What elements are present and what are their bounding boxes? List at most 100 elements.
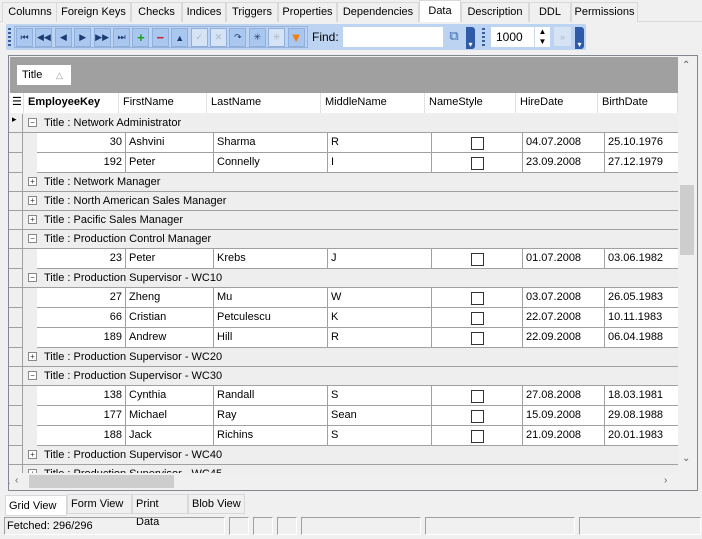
column-customize-icon[interactable]: ☰ — [10, 93, 24, 113]
row-indicator[interactable] — [9, 406, 23, 426]
last-record-button[interactable]: ⏭ — [113, 28, 130, 47]
cell-lastname[interactable]: Ray — [214, 406, 328, 426]
expand-icon[interactable]: + — [28, 196, 37, 205]
tab-columns[interactable]: Columns — [2, 2, 58, 22]
cell-lastname[interactable]: Hill — [214, 328, 328, 348]
cell-namestyle[interactable] — [432, 406, 523, 426]
namestyle-checkbox[interactable] — [471, 137, 484, 150]
row-indicator[interactable] — [9, 446, 23, 465]
cell-employeekey[interactable]: 188 — [37, 426, 126, 446]
toolbar-grip[interactable] — [482, 28, 485, 46]
record-limit-spinner[interactable]: ▲ ▼ — [534, 27, 550, 47]
cell-namestyle[interactable] — [432, 328, 523, 348]
tab-triggers[interactable]: Triggers — [226, 2, 278, 22]
cell-middlename[interactable]: R — [328, 328, 432, 348]
prior-record-button[interactable]: ◀ — [54, 28, 72, 47]
view-tab-print-data[interactable]: Print Data — [132, 494, 188, 528]
first-record-button[interactable]: ⏮ — [16, 28, 33, 47]
tab-properties[interactable]: Properties — [278, 2, 337, 22]
cell-employeekey[interactable]: 192 — [37, 153, 126, 173]
cell-lastname[interactable]: Richins — [214, 426, 328, 446]
cell-employeekey[interactable]: 23 — [37, 249, 126, 269]
tab-ddl[interactable]: DDL — [529, 2, 571, 22]
prior-page-button[interactable]: ◀◀ — [35, 28, 53, 47]
group-by-column-title[interactable]: Title △ — [17, 65, 71, 85]
cell-birthdate[interactable]: 06.04.1988 — [605, 328, 685, 348]
cell-birthdate[interactable]: 26.05.1983 — [605, 288, 685, 308]
cell-lastname[interactable]: Petculescu — [214, 308, 328, 328]
cell-namestyle[interactable] — [432, 153, 523, 173]
column-header-lastname[interactable]: LastName — [207, 93, 321, 113]
row-indicator[interactable] — [9, 367, 23, 386]
row-indicator[interactable] — [9, 153, 23, 173]
column-header-middlename[interactable]: MiddleName — [321, 93, 425, 113]
vertical-scroll-thumb[interactable] — [680, 185, 694, 255]
row-indicator[interactable] — [9, 269, 23, 288]
table-row[interactable]: 189 Andrew Hill R 22.09.2008 06.04.1988 — [23, 328, 685, 348]
record-limit-input[interactable]: 1000 — [491, 27, 534, 47]
cell-middlename[interactable]: I — [328, 153, 432, 173]
cell-lastname[interactable]: Randall — [214, 386, 328, 406]
cell-firstname[interactable]: Zheng — [126, 288, 214, 308]
group-row[interactable]: − Title : Production Control Manager — [23, 230, 678, 249]
group-row[interactable]: + Title : Pacific Sales Manager — [23, 211, 678, 230]
table-row[interactable]: 192 Peter Connelly I 23.09.2008 27.12.1979 — [23, 153, 685, 173]
row-indicator[interactable] — [9, 288, 23, 308]
save-bookmark-button[interactable]: ✳ — [248, 28, 266, 47]
collapse-icon[interactable]: − — [28, 273, 37, 282]
scroll-down-icon[interactable]: ⌄ — [682, 453, 690, 464]
cell-hiredate[interactable]: 03.07.2008 — [523, 288, 605, 308]
namestyle-checkbox[interactable] — [471, 390, 484, 403]
cell-employeekey[interactable]: 189 — [37, 328, 126, 348]
edit-record-button[interactable]: ▲ — [171, 28, 189, 47]
group-row[interactable]: + Title : Production Supervisor - WC20 — [23, 348, 678, 367]
cell-hiredate[interactable]: 22.09.2008 — [523, 328, 605, 348]
cell-firstname[interactable]: Cristian — [126, 308, 214, 328]
row-indicator[interactable] — [9, 328, 23, 348]
vertical-scrollbar[interactable]: ⌃ ⌄ — [678, 57, 695, 467]
cell-firstname[interactable]: Ashvini — [126, 133, 214, 153]
scroll-up-icon[interactable]: ⌃ — [682, 60, 690, 71]
view-tab-grid-view[interactable]: Grid View — [5, 495, 67, 516]
namestyle-checkbox[interactable] — [471, 312, 484, 325]
cell-birthdate[interactable]: 03.06.1982 — [605, 249, 685, 269]
cell-birthdate[interactable]: 25.10.1976 — [605, 133, 685, 153]
cell-lastname[interactable]: Connelly — [214, 153, 328, 173]
table-row[interactable]: 177 Michael Ray Sean 15.09.2008 29.08.1988 — [23, 406, 685, 426]
cell-namestyle[interactable] — [432, 288, 523, 308]
cell-hiredate[interactable]: 04.07.2008 — [523, 133, 605, 153]
group-row[interactable]: + Title : Network Manager — [23, 173, 678, 192]
column-header-namestyle[interactable]: NameStyle — [425, 93, 516, 113]
cell-lastname[interactable]: Sharma — [214, 133, 328, 153]
namestyle-checkbox[interactable] — [471, 410, 484, 423]
tab-foreign-keys[interactable]: Foreign Keys — [56, 2, 131, 22]
spin-down-icon[interactable]: ▼ — [535, 37, 550, 47]
cell-middlename[interactable]: S — [328, 426, 432, 446]
row-indicator[interactable] — [9, 426, 23, 446]
cell-birthdate[interactable]: 10.11.1983 — [605, 308, 685, 328]
column-header-employeekey[interactable]: EmployeeKey — [24, 93, 119, 113]
post-edit-button[interactable]: ✓ — [190, 28, 208, 47]
group-row[interactable]: + Title : North American Sales Manager — [23, 192, 678, 211]
cell-employeekey[interactable]: 138 — [37, 386, 126, 406]
refresh-records-button[interactable]: ↷ — [229, 28, 247, 47]
tab-indices[interactable]: Indices — [182, 2, 226, 22]
cell-middlename[interactable]: R — [328, 133, 432, 153]
cell-employeekey[interactable]: 177 — [37, 406, 126, 426]
cell-firstname[interactable]: Cynthia — [126, 386, 214, 406]
row-indicator[interactable] — [9, 348, 23, 367]
row-indicator[interactable] — [9, 192, 23, 211]
column-header-hiredate[interactable]: HireDate — [516, 93, 598, 113]
cell-middlename[interactable]: J — [328, 249, 432, 269]
tab-dependencies[interactable]: Dependencies — [337, 2, 419, 22]
next-page-button[interactable]: ▶▶ — [93, 28, 111, 47]
tab-permissions[interactable]: Permissions — [571, 2, 638, 22]
namestyle-checkbox[interactable] — [471, 157, 484, 170]
cell-namestyle[interactable] — [432, 133, 523, 153]
cell-middlename[interactable]: Sean — [328, 406, 432, 426]
expand-icon[interactable]: + — [28, 450, 37, 459]
group-row[interactable]: − Title : Production Supervisor - WC30 — [23, 367, 678, 386]
cell-namestyle[interactable] — [432, 386, 523, 406]
toolbar-options-dropdown[interactable]: ▾ — [466, 27, 475, 49]
horizontal-scroll-thumb[interactable] — [29, 475, 174, 488]
